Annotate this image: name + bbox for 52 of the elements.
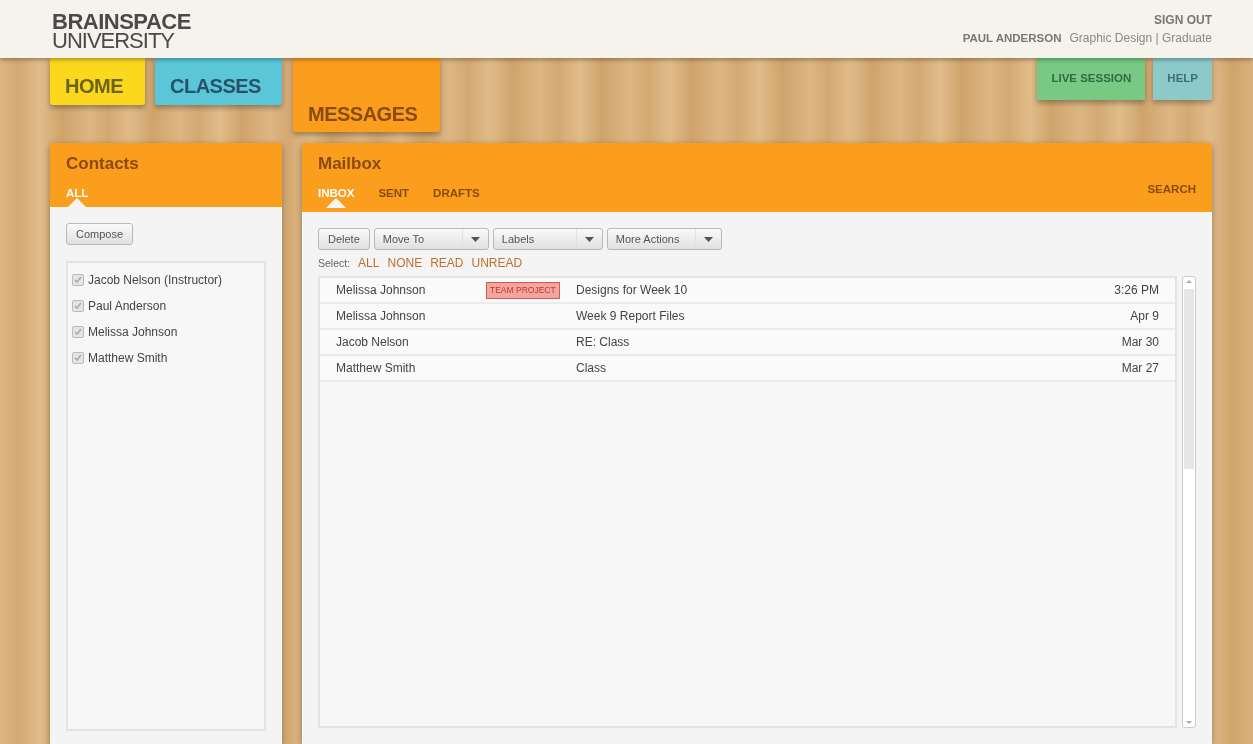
search-link[interactable]: SEARCH	[1147, 180, 1196, 207]
message-subject: Designs for Week 10	[576, 282, 689, 299]
select-label: Select:	[318, 256, 351, 271]
nav-tab[interactable]: CLASSES	[155, 58, 282, 105]
message-sender: Matthew Smith	[335, 360, 417, 377]
tab[interactable]: SENT	[378, 180, 410, 207]
delete-button[interactable]: Delete	[318, 228, 370, 250]
message-time: Mar 27	[1121, 360, 1160, 377]
brand-name: BRAINSPACE	[52, 12, 191, 32]
message-sender: Jacob Nelson	[335, 334, 410, 351]
sign-out-link[interactable]: SIGN OUT	[1154, 10, 1212, 29]
contact-name: Melissa Johnson	[88, 323, 178, 341]
tab[interactable]: INBOX	[318, 180, 355, 207]
compose-button[interactable]: Compose	[66, 222, 134, 245]
nav-tab[interactable]: HOME	[50, 58, 145, 105]
nav-button[interactable]: HELP	[1153, 58, 1212, 100]
caret-icon	[703, 236, 713, 242]
message-time: 3:26 PM	[1114, 282, 1160, 299]
message-subject: Class	[576, 360, 607, 377]
message-subject: RE: Class	[576, 334, 631, 351]
contact-name: Matthew Smith	[88, 349, 168, 367]
select-link[interactable]: ALL	[358, 254, 380, 272]
scrollbar[interactable]	[1182, 276, 1196, 728]
tab[interactable]: ALL	[66, 180, 89, 207]
checkbox[interactable]	[72, 299, 84, 312]
select-link[interactable]: READ	[430, 254, 464, 272]
dropdown-button[interactable]: More Actions	[606, 228, 722, 250]
checkbox[interactable]	[72, 273, 84, 286]
checkbox[interactable]	[72, 351, 84, 364]
select-link[interactable]: UNREAD	[471, 254, 523, 272]
caret-icon	[470, 236, 480, 242]
contact-name: Paul Anderson	[88, 297, 167, 315]
user-name: PAUL ANDERSON	[962, 30, 1062, 46]
user-program: Graphic Design | Graduate	[1069, 29, 1212, 47]
checkbox[interactable]	[72, 325, 84, 338]
caret-icon	[584, 236, 594, 242]
panel-title: Contacts	[66, 153, 140, 175]
message-tag: TEAM PROJECT	[486, 281, 560, 299]
nav-button[interactable]: LIVE SESSION	[1037, 58, 1146, 100]
panel-title: Mailbox	[318, 153, 383, 175]
message-time: Apr 9	[1130, 308, 1160, 325]
message-sender: Melissa Johnson	[335, 308, 427, 325]
message-sender: Melissa Johnson	[335, 282, 427, 299]
contact-name: Jacob Nelson (Instructor)	[88, 271, 223, 289]
message-time: Mar 30	[1121, 334, 1160, 351]
nav-tab[interactable]: MESSAGES	[293, 58, 440, 132]
dropdown-button[interactable]: Move To	[373, 228, 489, 250]
tab[interactable]: DRAFTS	[433, 180, 480, 207]
message-subject: Week 9 Report Files	[576, 308, 686, 325]
brand-subtitle: UNIVERSITY	[52, 32, 175, 50]
select-link[interactable]: NONE	[387, 254, 423, 272]
dropdown-button[interactable]: Labels	[492, 228, 603, 250]
